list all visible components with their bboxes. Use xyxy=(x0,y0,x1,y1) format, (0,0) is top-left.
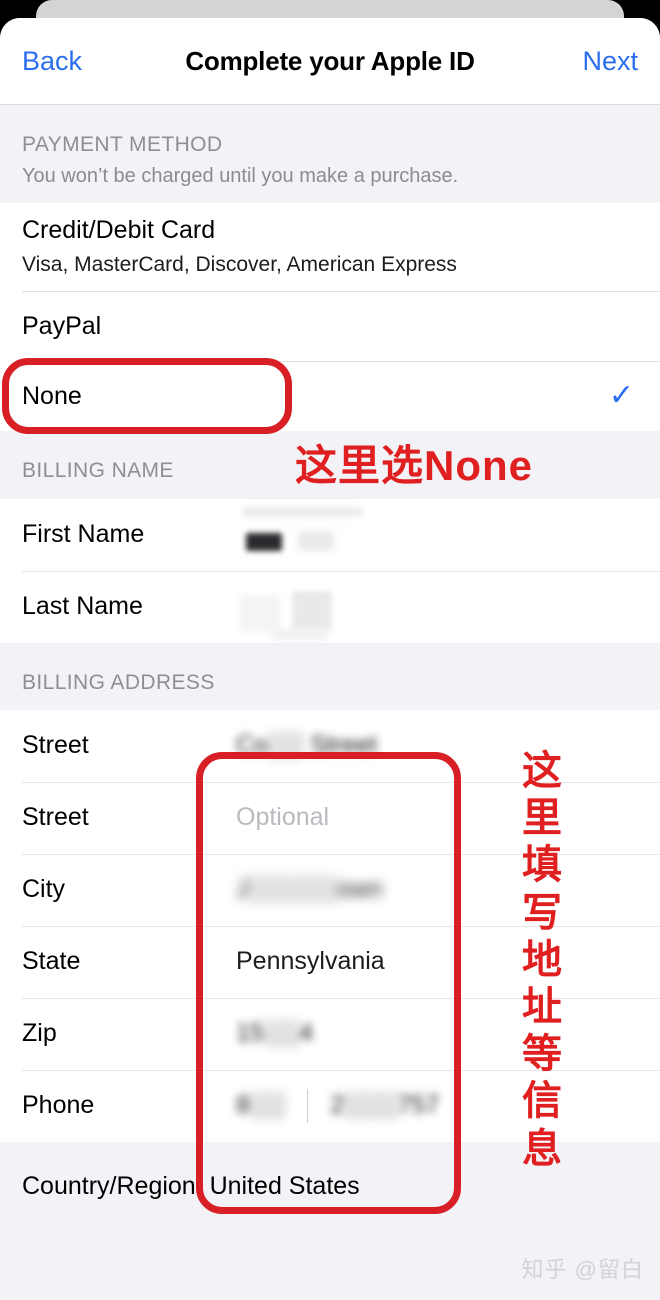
redaction-block xyxy=(242,506,362,517)
field-row-state[interactable]: State Pennsylvania xyxy=(0,925,660,998)
field-label: Street xyxy=(22,803,89,832)
field-row-last-name[interactable]: Last Name xyxy=(0,570,660,643)
field-label: Street xyxy=(22,731,89,760)
field-row-phone[interactable]: Phone 8░░ 2░░░757 xyxy=(0,1069,660,1142)
zip-input[interactable]: 15░░4 xyxy=(236,1019,313,1048)
payment-option-credit-debit-card[interactable]: Credit/Debit Card Visa, MasterCard, Disc… xyxy=(0,203,660,292)
billing-address-title: BILLING ADDRESS xyxy=(22,670,215,694)
street-1-value: Co░░ Street xyxy=(236,731,378,760)
payment-method-title: PAYMENT METHOD xyxy=(22,133,223,156)
redaction-block xyxy=(246,532,282,551)
billing-name-list: First Name Last Name xyxy=(0,498,660,643)
zip-value: 15░░4 xyxy=(236,1019,314,1048)
payment-method-subtitle: You won’t be charged until you make a pu… xyxy=(22,165,459,188)
footer-section: Country/Region: United States xyxy=(0,1141,660,1201)
payment-option-paypal[interactable]: PayPal xyxy=(0,291,660,362)
field-label: Last Name xyxy=(22,592,143,621)
payment-option-label: Credit/Debit Card xyxy=(22,216,216,245)
phone-number-value: 2░░░757 xyxy=(330,1091,440,1120)
billing-address-list: Street Co░░ Street Street Optional City … xyxy=(0,709,660,1142)
phone-screenshot: Back Complete your Apple ID Next PAYMENT… xyxy=(0,0,660,1300)
redaction-block xyxy=(292,590,332,631)
payment-option-label: None xyxy=(22,382,82,411)
field-row-street-2[interactable]: Street Optional xyxy=(0,781,660,854)
payment-method-list: Credit/Debit Card Visa, MasterCard, Disc… xyxy=(0,203,660,432)
first-name-redacted-value[interactable] xyxy=(236,505,466,565)
phone-divider xyxy=(307,1088,309,1123)
next-button[interactable]: Next xyxy=(582,47,638,75)
city-value: J░░░░░own xyxy=(236,875,383,904)
redaction-block xyxy=(298,530,334,551)
field-label: First Name xyxy=(22,520,145,549)
field-row-city[interactable]: City J░░░░░own xyxy=(0,853,660,926)
payment-method-section-header: PAYMENT METHOD You won’t be charged unti… xyxy=(0,105,660,204)
back-button[interactable]: Back xyxy=(22,47,82,75)
billing-address-section-header: BILLING ADDRESS xyxy=(0,642,660,710)
redaction-block xyxy=(272,628,328,641)
navigation-bar: Back Complete your Apple ID Next xyxy=(0,18,660,105)
state-input[interactable]: Pennsylvania xyxy=(236,947,385,976)
redaction-block xyxy=(240,594,280,631)
field-row-street-1[interactable]: Street Co░░ Street xyxy=(0,709,660,782)
field-label: City xyxy=(22,875,66,904)
street-1-input[interactable]: Co░░ Street xyxy=(236,731,377,760)
page-title: Complete your Apple ID xyxy=(185,45,475,76)
street-2-input[interactable]: Optional xyxy=(236,803,329,832)
payment-option-none[interactable]: None ✓ xyxy=(0,361,660,432)
city-input[interactable]: J░░░░░own xyxy=(236,875,383,904)
payment-option-label: PayPal xyxy=(22,312,102,341)
field-label: Phone xyxy=(22,1091,95,1120)
billing-name-section-header: BILLING NAME xyxy=(0,431,660,499)
checkmark-icon: ✓ xyxy=(608,379,634,413)
field-row-zip[interactable]: Zip 15░░4 xyxy=(0,997,660,1070)
country-region-label: Country/Region: United States xyxy=(22,1171,360,1200)
modal-sheet: Back Complete your Apple ID Next PAYMENT… xyxy=(0,18,660,1300)
field-row-first-name[interactable]: First Name xyxy=(0,498,660,571)
phone-input[interactable]: 8░░ 2░░░757 xyxy=(236,1088,440,1123)
last-name-redacted-value[interactable] xyxy=(236,577,466,641)
field-label: State xyxy=(22,947,81,976)
field-label: Zip xyxy=(22,1019,57,1048)
payment-option-detail: Visa, MasterCard, Discover, American Exp… xyxy=(22,253,457,277)
phone-area-code-value: 8░░ xyxy=(236,1091,286,1120)
billing-name-title: BILLING NAME xyxy=(22,459,174,483)
